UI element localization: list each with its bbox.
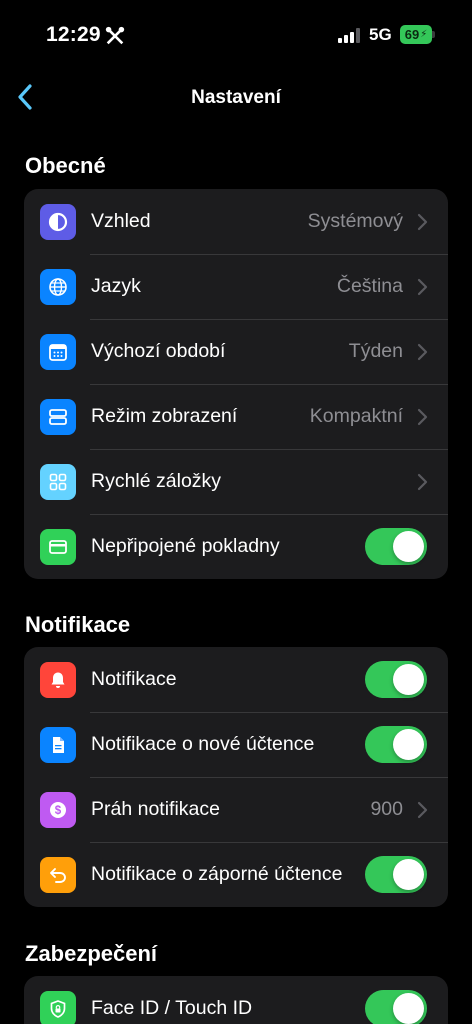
row-label: Práh notifikace [91, 798, 220, 820]
toggle-knob [393, 993, 424, 1024]
toggle-knob [393, 859, 424, 890]
row-default-period[interactable]: Výchozí období Týden [24, 319, 448, 384]
face-id-toggle[interactable] [365, 990, 427, 1024]
chevron-right-icon [417, 408, 428, 425]
toggle-knob [393, 729, 424, 760]
row-label: Rychlé záložky [91, 470, 222, 492]
chevron-right-icon [417, 278, 428, 295]
document-icon [40, 726, 76, 763]
return-arrow-icon [40, 856, 76, 893]
globe-icon [40, 268, 76, 305]
shield-lock-icon [40, 990, 76, 1024]
negative-receipt-toggle[interactable] [365, 856, 427, 893]
bell-icon [40, 661, 76, 698]
offline-registers-toggle[interactable] [365, 528, 427, 565]
row-face-id: Face ID / Touch ID [24, 976, 448, 1024]
appearance-icon [40, 203, 76, 240]
row-value: 900 [370, 798, 403, 820]
row-label: Vzhled [91, 210, 151, 232]
row-label: Notifikace [91, 668, 177, 690]
calendar-icon [40, 333, 76, 370]
grid-icon [40, 463, 76, 500]
row-value: Čeština [336, 275, 403, 297]
row-notifications: Notifikace [24, 647, 448, 712]
battery-tip [432, 31, 435, 38]
chevron-right-icon [417, 343, 428, 360]
row-label: Face ID / Touch ID [91, 997, 253, 1019]
row-label: Notifikace o nové účtence [91, 733, 315, 755]
row-label: Notifikace o záporné účtence [91, 863, 343, 885]
dollar-icon: $ [40, 791, 76, 828]
status-bar: 12:29 5G 69 ⚡ [0, 0, 472, 70]
row-quick-tabs[interactable]: Rychlé záložky [24, 449, 448, 514]
section-header-general: Obecné [25, 153, 106, 178]
card-icon [40, 528, 76, 565]
row-language[interactable]: Jazyk Čeština [24, 254, 448, 319]
chevron-right-icon [417, 801, 428, 818]
status-time: 12:29 [46, 23, 101, 46]
battery-indicator: 69 ⚡ [400, 25, 432, 44]
row-value: Systémový [307, 210, 403, 232]
row-label: Režim zobrazení [91, 405, 238, 427]
notifications-toggle[interactable] [365, 661, 427, 698]
battery-level: 69 [404, 27, 420, 42]
settings-group-security: Face ID / Touch ID [24, 976, 448, 1024]
layout-rows-icon [40, 398, 76, 435]
page-title: Nastavení [191, 87, 281, 108]
row-negative-receipt-notification: Notifikace o záporné účtence [24, 842, 448, 907]
row-appearance[interactable]: Vzhled Systémový [24, 189, 448, 254]
row-label: Jazyk [91, 275, 141, 297]
svg-text:$: $ [55, 805, 62, 817]
row-notification-threshold[interactable]: $ Práh notifikace 900 [24, 777, 448, 842]
row-label: Výchozí období [91, 340, 226, 362]
section-header-security: Zabezpečení [25, 941, 158, 966]
toggle-knob [393, 531, 424, 562]
settings-group-notifications: Notifikace Notifikace o nové účtence $ P… [24, 647, 448, 907]
chevron-right-icon [417, 213, 428, 230]
row-new-receipt-notification: Notifikace o nové účtence [24, 712, 448, 777]
cellular-signal-icon [338, 28, 360, 43]
toggle-knob [393, 664, 424, 695]
row-display-mode[interactable]: Režim zobrazení Kompaktní [24, 384, 448, 449]
network-type: 5G [369, 25, 392, 44]
chevron-right-icon [417, 473, 428, 490]
row-label: Nepřipojené pokladny [91, 535, 280, 557]
row-value: Kompaktní [309, 405, 403, 427]
tools-icon [105, 26, 125, 45]
charging-bolt-icon: ⚡ [420, 29, 428, 40]
row-value: Týden [348, 340, 403, 362]
section-header-notifications: Notifikace [25, 612, 131, 637]
row-offline-registers: Nepřipojené pokladny [24, 514, 448, 579]
settings-group-general: Vzhled Systémový Jazyk Čeština Výchozí o… [24, 189, 448, 579]
navigation-bar: Nastavení [0, 70, 472, 126]
new-receipt-toggle[interactable] [365, 726, 427, 763]
